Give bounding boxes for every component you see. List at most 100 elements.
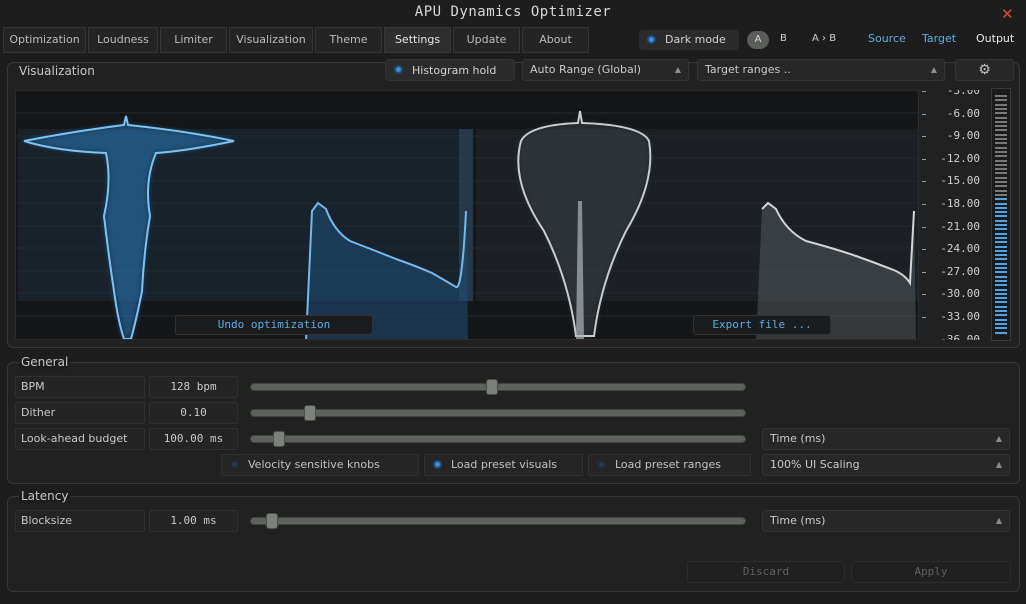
undo-optimization-button[interactable]: Undo optimization: [175, 315, 373, 335]
general-time-value: Time (ms): [770, 432, 826, 445]
meter-segment: [995, 292, 1007, 295]
tab-loudness[interactable]: Loudness: [88, 27, 158, 53]
meter-segment: [995, 228, 1007, 231]
blocksize-label: Blocksize: [15, 510, 145, 532]
latency-time-select[interactable]: Time (ms) ▲: [762, 510, 1010, 532]
load-preset-ranges-indicator-icon: [597, 460, 606, 469]
meter-segment: [995, 193, 1007, 196]
apply-button[interactable]: Apply: [851, 561, 1011, 583]
meter-segment: [995, 297, 1007, 300]
dark-mode-label: Dark mode: [665, 33, 726, 46]
meter-segment: [995, 181, 1007, 183]
tab-visualization[interactable]: Visualization: [229, 27, 313, 53]
source-button[interactable]: Source: [868, 32, 906, 45]
meter-segment: [995, 327, 1007, 330]
tab-optimization[interactable]: Optimization: [3, 27, 86, 53]
target-ranges-value: Target ranges ..: [705, 63, 791, 76]
latency-time-value: Time (ms): [770, 514, 826, 527]
visualization-canvas[interactable]: Undo optimization Export file ...: [15, 90, 919, 340]
blocksize-slider-knob[interactable]: [266, 513, 278, 529]
velocity-knobs-label: Velocity sensitive knobs: [248, 458, 380, 471]
scale-tick-label: -21.00: [940, 219, 980, 233]
meter-segment: [995, 168, 1007, 171]
bpm-slider[interactable]: [250, 379, 746, 395]
lookahead-value[interactable]: 100.00 ms: [149, 428, 238, 450]
histogram-hold-indicator-icon: [394, 65, 403, 74]
meter-segment: [995, 198, 1007, 201]
bpm-slider-knob[interactable]: [486, 379, 498, 395]
range-select[interactable]: Auto Range (Global) ▲: [522, 59, 689, 81]
latency-title: Latency: [19, 489, 71, 503]
dark-mode-toggle[interactable]: Dark mode: [639, 30, 739, 50]
meter-segment: [995, 163, 1007, 166]
updown-icon: ▲: [995, 434, 1002, 443]
histogram-hold-label: Histogram hold: [412, 64, 497, 77]
dither-slider[interactable]: [250, 405, 746, 421]
scale-tick-label: -18.00: [940, 197, 980, 210]
tab-update[interactable]: Update: [453, 27, 520, 53]
load-preset-visuals-indicator-icon: [433, 460, 442, 469]
dark-mode-indicator-icon: [647, 35, 656, 44]
general-time-select[interactable]: Time (ms) ▲: [762, 428, 1010, 450]
export-file-button[interactable]: Export file ...: [693, 315, 831, 335]
b-button[interactable]: B: [780, 33, 787, 44]
velocity-knobs-indicator-icon: [230, 460, 239, 469]
meter-segment: [995, 241, 1007, 244]
tab-theme[interactable]: Theme: [315, 27, 382, 53]
updown-icon: ▲: [930, 65, 937, 74]
tab-settings[interactable]: Settings: [384, 27, 451, 53]
blocksize-value[interactable]: 1.00 ms: [149, 510, 238, 532]
scale-tick-mark: [922, 249, 926, 251]
scale-tick-label: -30.00: [940, 287, 980, 301]
blocksize-slider[interactable]: [250, 513, 746, 529]
tab-about[interactable]: About: [522, 27, 589, 53]
meter-segment: [995, 318, 1007, 321]
meter-segment: [995, 258, 1007, 261]
meter-segment: [995, 202, 1007, 205]
close-icon[interactable]: ✕: [1001, 5, 1014, 23]
discard-button[interactable]: Discard: [687, 561, 845, 583]
scale-tick-mark: [922, 271, 926, 273]
tab-limiter[interactable]: Limiter: [160, 27, 227, 53]
scale-tick-label: -3.00: [946, 90, 980, 97]
visualization-title: Visualization: [19, 64, 95, 78]
meter-segment: [995, 262, 1007, 265]
scale-tick-label: -36.00: [940, 332, 980, 340]
output-button[interactable]: Output: [976, 32, 1014, 45]
gear-icon[interactable]: ⚙: [955, 59, 1014, 81]
meter-segment: [995, 284, 1007, 287]
lookahead-slider[interactable]: [250, 431, 746, 447]
meter-segment: [995, 305, 1007, 308]
updown-icon: ▲: [995, 516, 1002, 525]
general-title: General: [19, 355, 71, 369]
updown-icon: ▲: [995, 460, 1002, 469]
meter-segment: [995, 133, 1007, 136]
dither-value[interactable]: 0.10: [149, 402, 238, 424]
lookahead-slider-knob[interactable]: [273, 431, 285, 447]
meter-segment: [995, 288, 1007, 291]
meter-segment: [995, 314, 1007, 317]
load-preset-ranges-checkbox[interactable]: Load preset ranges: [588, 454, 751, 476]
a-button[interactable]: A: [747, 31, 769, 49]
scale-tick-label: -27.00: [940, 264, 980, 278]
dither-label: Dither: [15, 402, 145, 424]
dither-slider-knob[interactable]: [304, 405, 316, 421]
meter-segment: [995, 249, 1007, 252]
meter-segment: [995, 236, 1007, 239]
meter-segment: [995, 245, 1007, 248]
meter-segment: [995, 138, 1007, 140]
meter-segment: [995, 275, 1007, 278]
load-preset-visuals-checkbox[interactable]: Load preset visuals: [424, 454, 583, 476]
target-button[interactable]: Target: [922, 32, 956, 45]
meter-segment: [995, 150, 1007, 153]
target-ranges-select[interactable]: Target ranges .. ▲: [697, 59, 945, 81]
ui-scaling-select[interactable]: 100% UI Scaling ▲: [762, 454, 1010, 476]
scale-tick-mark: [922, 204, 926, 205]
meter-segment: [995, 125, 1007, 128]
bpm-value[interactable]: 128 bpm: [149, 376, 238, 398]
velocity-knobs-checkbox[interactable]: Velocity sensitive knobs: [221, 454, 419, 476]
histogram-hold-toggle[interactable]: Histogram hold: [385, 59, 515, 81]
meter-segment: [995, 211, 1007, 214]
a-to-b-button[interactable]: A › B: [812, 33, 836, 44]
meter-segment: [995, 232, 1007, 235]
